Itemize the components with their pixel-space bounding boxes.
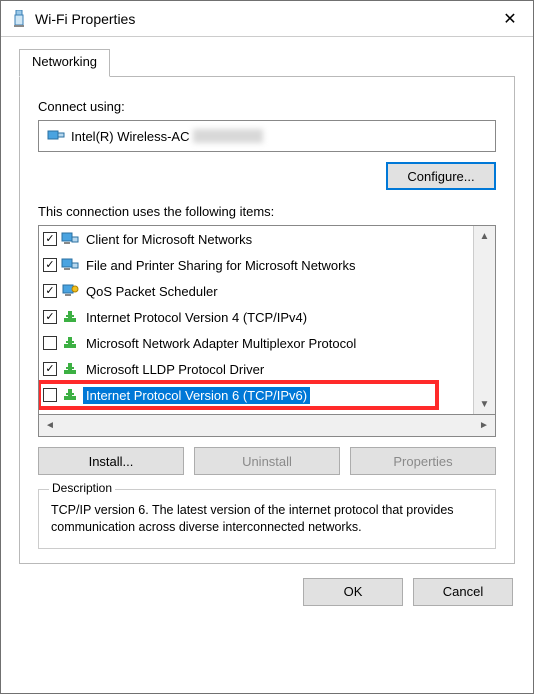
wifi-adapter-icon — [9, 9, 29, 29]
item-label: Internet Protocol Version 6 (TCP/IPv6) — [83, 387, 310, 404]
adapter-icon — [47, 129, 65, 143]
list-item[interactable]: Internet Protocol Version 6 (TCP/IPv6) — [39, 382, 473, 408]
item-label: Microsoft LLDP Protocol Driver — [83, 361, 267, 378]
networking-panel: Connect using: Intel(R) Wireless-AC Conf… — [19, 77, 515, 564]
net-proto-icon — [61, 309, 79, 325]
net-share-icon — [61, 257, 79, 273]
list-item[interactable]: ✓ File and Printer Sharing for Microsoft … — [39, 252, 473, 278]
scroll-left-icon[interactable]: ◄ — [41, 418, 59, 434]
net-sched-icon — [61, 283, 79, 299]
item-label: File and Printer Sharing for Microsoft N… — [83, 257, 358, 274]
close-button[interactable]: ✕ — [487, 1, 533, 36]
tab-strip: Networking — [19, 49, 515, 77]
item-label: Client for Microsoft Networks — [83, 231, 255, 248]
item-label: Microsoft Network Adapter Multiplexor Pr… — [83, 335, 359, 352]
scroll-down-icon[interactable]: ▼ — [476, 396, 494, 412]
item-checkbox[interactable]: ✓ — [43, 258, 57, 272]
adapter-name: Intel(R) Wireless-AC — [71, 129, 189, 144]
connect-using-label: Connect using: — [38, 99, 496, 114]
items-label: This connection uses the following items… — [38, 204, 496, 219]
description-group: Description TCP/IP version 6. The latest… — [38, 489, 496, 549]
item-button-row: Install... Uninstall Properties — [38, 447, 496, 475]
list-item[interactable]: ✓ QoS Packet Scheduler — [39, 278, 473, 304]
items-listbox[interactable]: ✓ Client for Microsoft Networks ✓ File and … — [38, 225, 496, 415]
cancel-button[interactable]: Cancel — [413, 578, 513, 606]
item-checkbox[interactable] — [43, 388, 57, 402]
adapter-box[interactable]: Intel(R) Wireless-AC — [38, 120, 496, 152]
description-text: TCP/IP version 6. The latest version of … — [51, 502, 483, 536]
dialog-footer: OK Cancel — [1, 564, 533, 620]
tab-networking[interactable]: Networking — [19, 49, 110, 77]
install-button[interactable]: Install... — [38, 447, 184, 475]
item-label: Internet Protocol Version 4 (TCP/IPv4) — [83, 309, 310, 326]
adapter-model-redacted — [193, 129, 263, 143]
list-item[interactable]: ✓ Internet Protocol Version 4 (TCP/IPv4) — [39, 304, 473, 330]
description-legend: Description — [49, 481, 115, 495]
net-proto-icon — [61, 361, 79, 377]
scroll-up-icon[interactable]: ▲ — [476, 228, 494, 244]
uninstall-button[interactable]: Uninstall — [194, 447, 340, 475]
net-client-icon — [61, 231, 79, 247]
scroll-right-icon[interactable]: ► — [475, 418, 493, 434]
list-item[interactable]: Microsoft Network Adapter Multiplexor Pr… — [39, 330, 473, 356]
item-checkbox[interactable]: ✓ — [43, 362, 57, 376]
item-checkbox[interactable]: ✓ — [43, 232, 57, 246]
properties-button[interactable]: Properties — [350, 447, 496, 475]
item-checkbox[interactable]: ✓ — [43, 284, 57, 298]
ok-button[interactable]: OK — [303, 578, 403, 606]
list-item[interactable]: ✓ Microsoft LLDP Protocol Driver — [39, 356, 473, 382]
net-proto-icon — [61, 335, 79, 351]
configure-button[interactable]: Configure... — [386, 162, 496, 190]
title-bar: Wi-Fi Properties ✕ — [1, 1, 533, 37]
horizontal-scrollbar[interactable]: ◄ ► — [38, 415, 496, 437]
vertical-scrollbar[interactable]: ▲ ▼ — [473, 226, 495, 414]
window-title: Wi-Fi Properties — [35, 11, 487, 27]
list-item[interactable]: ✓ Client for Microsoft Networks — [39, 226, 473, 252]
item-checkbox[interactable] — [43, 336, 57, 350]
dialog-content: Networking Connect using: Intel(R) Wirel… — [1, 37, 533, 564]
item-label: QoS Packet Scheduler — [83, 283, 221, 300]
net-proto-icon — [61, 387, 79, 403]
item-checkbox[interactable]: ✓ — [43, 310, 57, 324]
